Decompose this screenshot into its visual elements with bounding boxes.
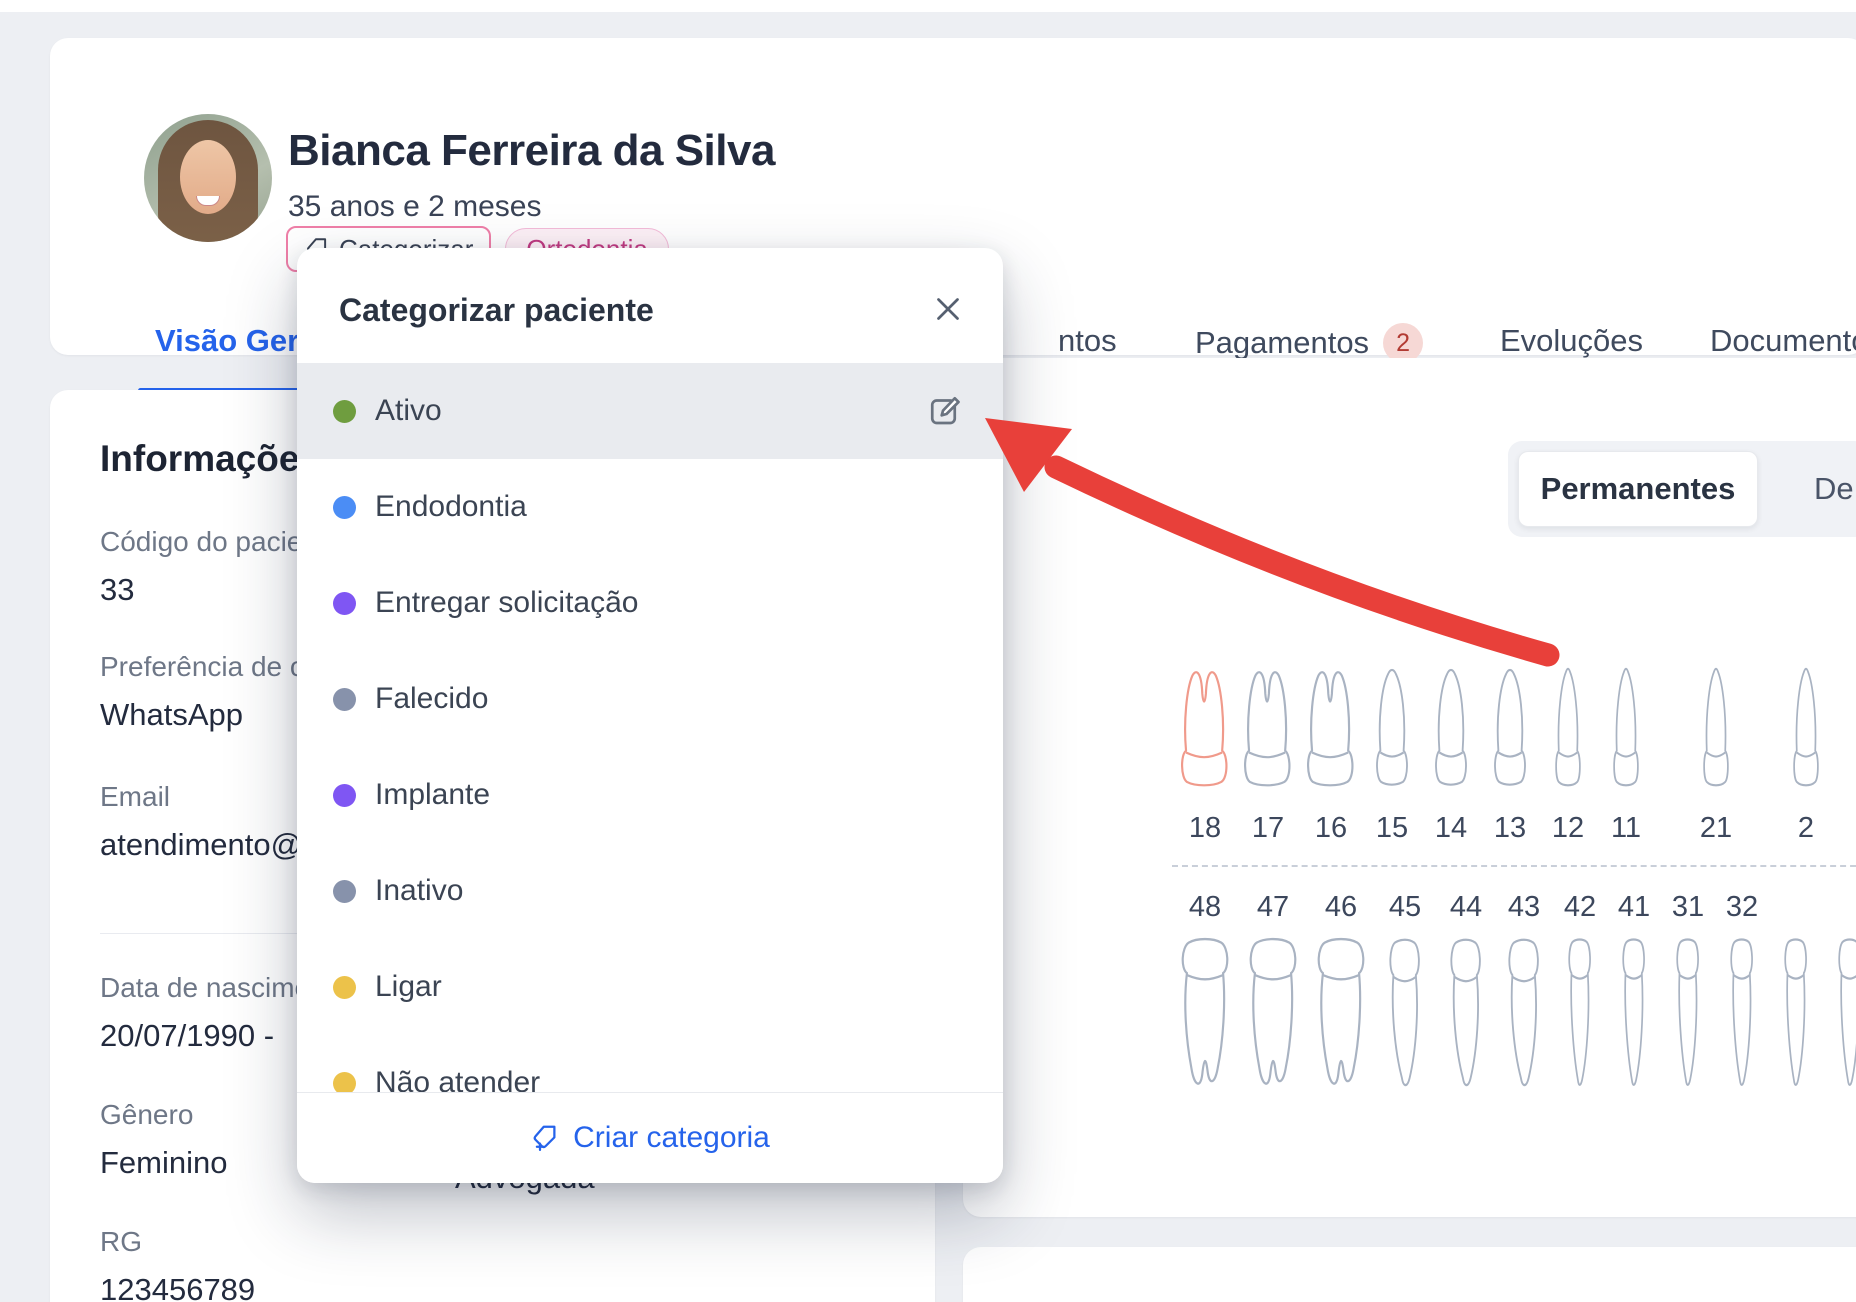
tooth-edge[interactable] xyxy=(1828,935,1856,1097)
field-value: 20/07/1990 - xyxy=(100,1018,274,1054)
category-color-dot xyxy=(333,688,356,711)
tab-ntos[interactable]: ntos xyxy=(1058,323,1117,359)
tooth-number-17: 17 xyxy=(1233,812,1303,845)
top-strip xyxy=(0,0,1856,12)
tag-plus-icon xyxy=(530,1123,560,1153)
avatar xyxy=(144,114,272,242)
tooth-46[interactable] xyxy=(1313,935,1369,1097)
page: Bianca Ferreira da Silva 35 anos e 2 mes… xyxy=(0,0,1856,1302)
tooth-2[interactable] xyxy=(1784,665,1828,790)
tooth-32[interactable] xyxy=(1720,935,1764,1097)
tooth-17[interactable] xyxy=(1240,665,1296,790)
close-icon[interactable] xyxy=(929,290,967,328)
tooth-number-46: 46 xyxy=(1306,891,1376,924)
category-label: Entregar solicitação xyxy=(375,586,638,620)
create-category-button[interactable]: Criar categoria xyxy=(297,1092,1003,1183)
tooth-21[interactable] xyxy=(1694,665,1738,790)
category-color-dot xyxy=(333,976,356,999)
category-color-dot xyxy=(333,1072,356,1093)
field-value: Feminino xyxy=(100,1145,228,1181)
create-category-label: Criar categoria xyxy=(573,1121,770,1155)
field-value: WhatsApp xyxy=(100,697,243,733)
category-label: Ativo xyxy=(375,394,442,428)
tooth-14[interactable] xyxy=(1427,665,1475,790)
field-value: atendimento@ xyxy=(100,827,302,863)
tab-badge: 2 xyxy=(1383,323,1423,363)
midline-dashed-divider xyxy=(1172,865,1856,867)
tooth-number-2: 2 xyxy=(1771,812,1841,845)
category-item-não-atender[interactable]: Não atender xyxy=(297,1035,1003,1092)
tooth-12[interactable] xyxy=(1546,665,1590,790)
modal-title: Categorizar paciente xyxy=(339,292,654,329)
category-label: Falecido xyxy=(375,682,488,716)
patient-name: Bianca Ferreira da Silva xyxy=(288,126,775,176)
category-item-entregar-solicitação[interactable]: Entregar solicitação xyxy=(297,555,1003,651)
category-item-ligar[interactable]: Ligar xyxy=(297,939,1003,1035)
modal-header: Categorizar paciente xyxy=(297,248,1003,363)
category-color-dot xyxy=(333,592,356,615)
tooth-number-11: 11 xyxy=(1591,812,1661,845)
field-value: 33 xyxy=(100,572,134,608)
category-label: Endodontia xyxy=(375,490,527,524)
tooth-number-45: 45 xyxy=(1370,891,1440,924)
field-label: Gênero xyxy=(100,1099,193,1131)
tooth-41[interactable] xyxy=(1612,935,1656,1097)
field-label: Email xyxy=(100,781,170,813)
tooth-15[interactable] xyxy=(1368,665,1416,790)
category-label: Não atender xyxy=(375,1066,540,1092)
tooth-45[interactable] xyxy=(1381,935,1429,1097)
category-item-ativo[interactable]: Ativo xyxy=(297,363,1003,459)
edit-category-icon[interactable] xyxy=(927,393,963,429)
field-label: RG xyxy=(100,1226,142,1258)
tooth-13[interactable] xyxy=(1486,665,1534,790)
tooth-42[interactable] xyxy=(1558,935,1602,1097)
tooth-number-16: 16 xyxy=(1296,812,1366,845)
tooth-43[interactable] xyxy=(1500,935,1548,1097)
tab-permanentes[interactable]: Permanentes xyxy=(1518,451,1758,527)
category-label: Inativo xyxy=(375,874,463,908)
tooth-47[interactable] xyxy=(1245,935,1301,1097)
patient-age: 35 anos e 2 meses xyxy=(288,190,542,224)
tooth-48[interactable] xyxy=(1177,935,1233,1097)
tooth-edge[interactable] xyxy=(1774,935,1818,1097)
category-color-dot xyxy=(333,784,356,807)
category-item-implante[interactable]: Implante xyxy=(297,747,1003,843)
tooth-16[interactable] xyxy=(1303,665,1359,790)
tooth-number-18: 18 xyxy=(1170,812,1240,845)
category-item-inativo[interactable]: Inativo xyxy=(297,843,1003,939)
tab-documento[interactable]: Documento xyxy=(1710,323,1856,359)
category-color-dot xyxy=(333,880,356,903)
category-item-falecido[interactable]: Falecido xyxy=(297,651,1003,747)
tooth-11[interactable] xyxy=(1604,665,1648,790)
tab-pagamentos[interactable]: Pagamentos2 xyxy=(1195,323,1423,363)
tab-evoluções[interactable]: Evoluções xyxy=(1500,323,1643,359)
field-value: 123456789 xyxy=(100,1272,255,1302)
tooth-number-32: 32 xyxy=(1707,891,1777,924)
category-list: Ativo Endodontia Entregar solicitação Falec… xyxy=(297,363,1003,1092)
tooth-18[interactable] xyxy=(1177,665,1233,790)
bottom-card xyxy=(963,1247,1856,1302)
tooth-31[interactable] xyxy=(1666,935,1710,1097)
category-label: Implante xyxy=(375,778,490,812)
dentition-segmented-control: Permanentes De xyxy=(1508,441,1856,537)
tooth-number-21: 21 xyxy=(1681,812,1751,845)
category-item-endodontia[interactable]: Endodontia xyxy=(297,459,1003,555)
tooth-number-47: 47 xyxy=(1238,891,1308,924)
tooth-44[interactable] xyxy=(1442,935,1490,1097)
category-color-dot xyxy=(333,400,356,423)
category-label: Ligar xyxy=(375,970,442,1004)
categorize-patient-modal: Categorizar paciente Ativo Endodontia Entr… xyxy=(297,248,1003,1183)
category-color-dot xyxy=(333,496,356,519)
info-card-title: Informações xyxy=(100,438,320,480)
tab-deciduos[interactable]: De xyxy=(1814,471,1854,507)
odontogram-card: Permanentes De 1817161514131211212484746… xyxy=(963,358,1856,1217)
tooth-number-48: 48 xyxy=(1170,891,1240,924)
